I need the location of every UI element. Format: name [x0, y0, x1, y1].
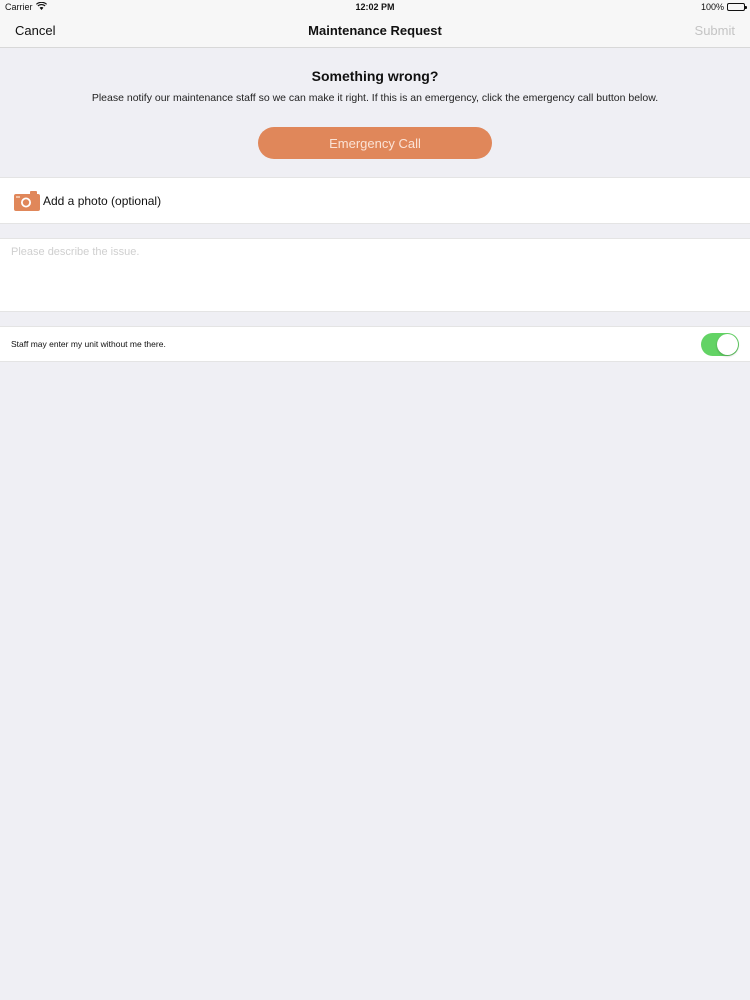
toggle-knob [717, 334, 738, 355]
battery-info: 100% [700, 2, 747, 12]
intro-heading: Something wrong? [311, 68, 439, 84]
battery-percent: 100% [700, 2, 724, 12]
intro-description: Please notify our maintenance staff so w… [91, 92, 659, 104]
status-bar: Carrier 12:02 PM 100% [0, 0, 750, 14]
nav-bar: Cancel Maintenance Request Submit [0, 14, 750, 48]
add-photo-label: Add a photo (optional) [43, 193, 162, 208]
unit-entry-permission-toggle[interactable] [701, 333, 739, 356]
submit-button[interactable]: Submit [695, 23, 735, 38]
unit-entry-permission-label: Staff may enter my unit without me there… [11, 339, 166, 349]
issue-description-input[interactable] [0, 239, 750, 311]
unit-entry-permission-row: Staff may enter my unit without me there… [0, 326, 750, 362]
issue-description-field [0, 238, 750, 312]
intro-section: Something wrong? Please notify our maint… [0, 48, 750, 176]
page-title: Maintenance Request [308, 23, 442, 38]
status-time: 12:02 PM [355, 2, 395, 12]
battery-icon [727, 3, 747, 11]
camera-icon [14, 190, 40, 211]
add-photo-row[interactable]: Add a photo (optional) [0, 177, 750, 224]
emergency-call-button[interactable]: Emergency Call [258, 127, 492, 159]
